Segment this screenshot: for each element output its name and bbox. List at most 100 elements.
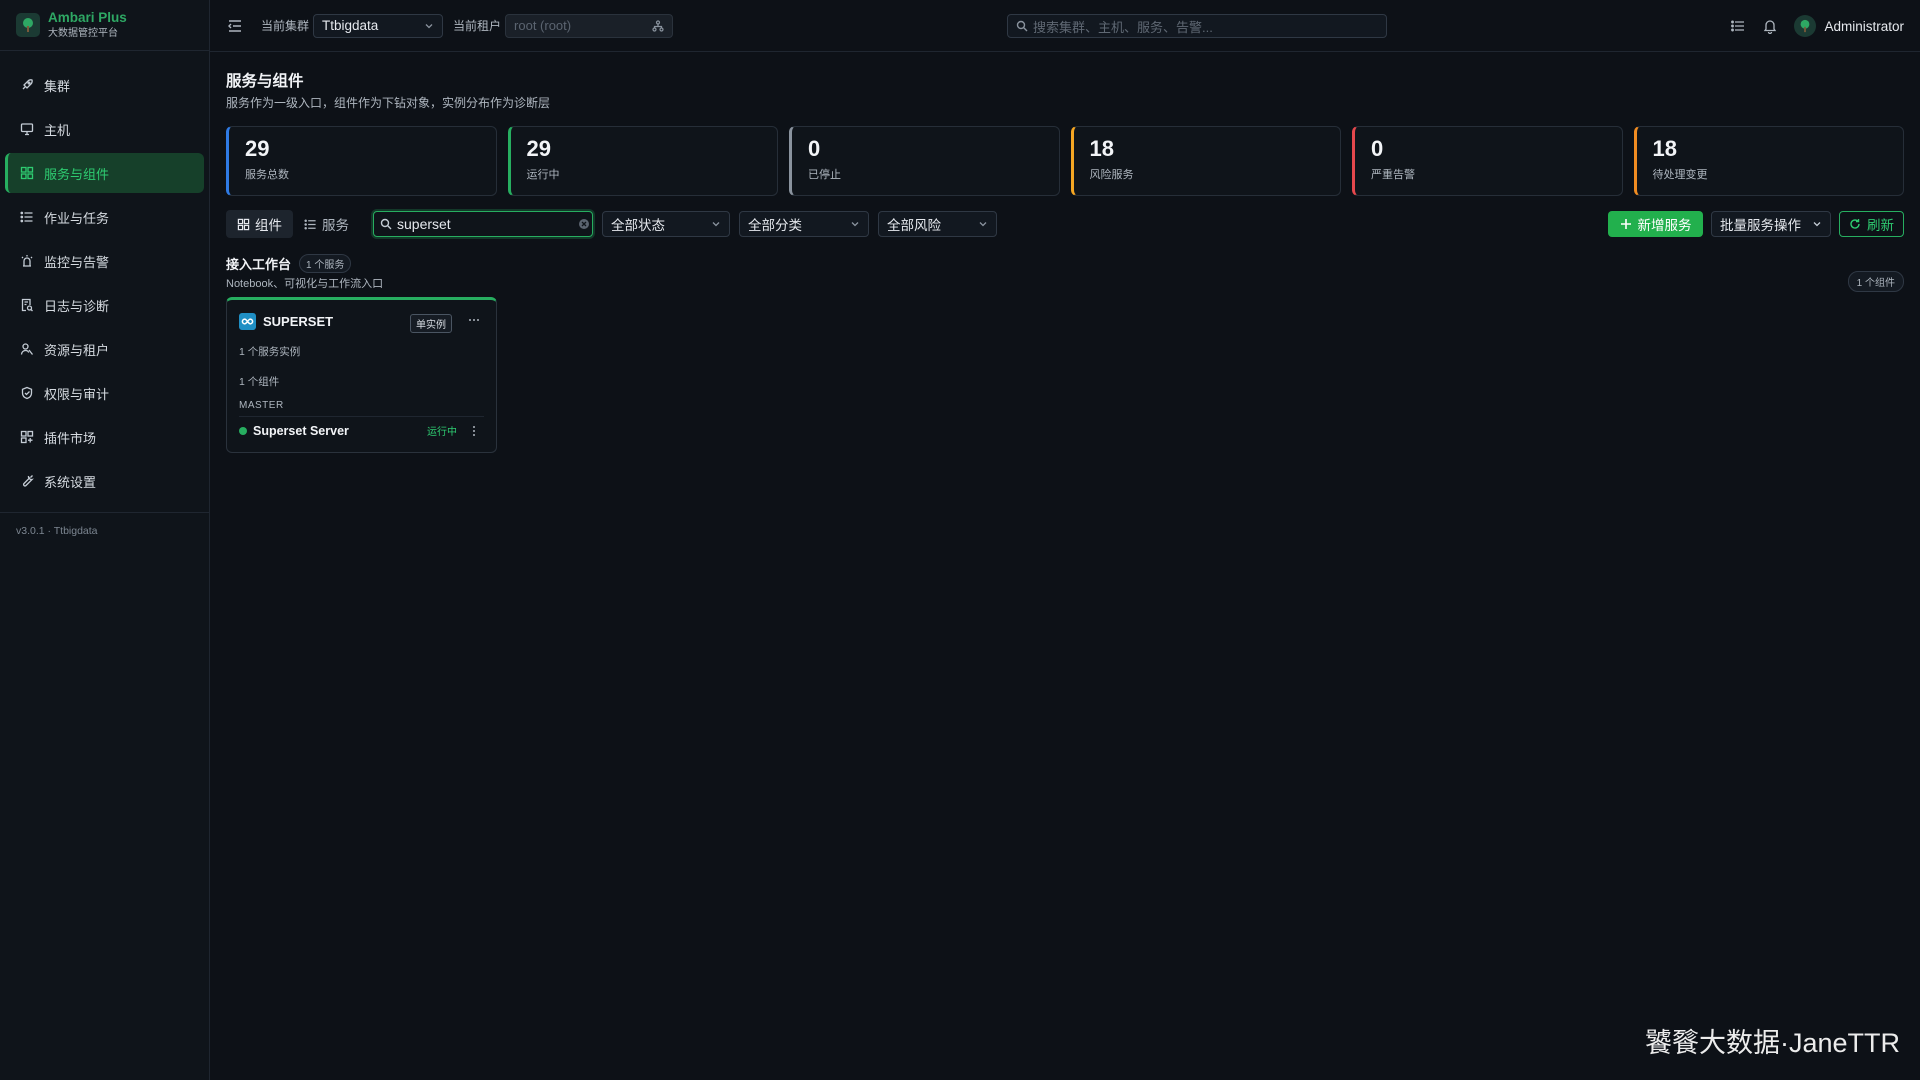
wrench-icon xyxy=(20,474,34,488)
grid-icon xyxy=(20,166,34,180)
group-component-count: 1 个组件 xyxy=(1847,271,1904,292)
role-label: MASTER xyxy=(239,400,284,411)
view-services-button[interactable]: 服务 xyxy=(293,210,360,238)
component-status: 运行中 xyxy=(427,427,457,438)
chevron-down-icon xyxy=(425,23,433,28)
stat-label: 严重告警 xyxy=(1371,169,1415,182)
component-count: 1 个组件 xyxy=(239,376,280,388)
sidebar-item-0[interactable]: 集群 xyxy=(5,65,204,105)
stat-value: 29 xyxy=(245,136,270,161)
service-instance-count: 1 个服务实例 xyxy=(239,346,301,358)
chevron-down-icon xyxy=(850,219,860,229)
view-components-button[interactable]: 组件 xyxy=(226,210,293,238)
stat-card[interactable]: 29 服务总数 xyxy=(226,126,497,196)
add-service-label: 新增服务 xyxy=(1637,218,1692,233)
clear-icon[interactable] xyxy=(578,218,590,230)
collapse-sidebar-icon[interactable] xyxy=(227,18,243,34)
page-title: 服务与组件 xyxy=(226,73,304,90)
top-bar: 当前集群 Ttbigdata 当前租户 root (root) 搜索集群、主机、… xyxy=(210,0,1920,52)
task-list-icon[interactable] xyxy=(1730,18,1746,34)
category-filter-select[interactable]: 全部分类 xyxy=(739,211,869,237)
component-search-field[interactable] xyxy=(373,211,593,237)
tenant-select[interactable]: root (root) xyxy=(505,13,674,38)
tree-logo-icon xyxy=(16,13,40,37)
stat-value: 0 xyxy=(1371,136,1384,161)
stat-card[interactable]: 0 已停止 xyxy=(789,126,1060,196)
chevron-down-icon xyxy=(711,219,721,229)
stat-card[interactable]: 18 风险服务 xyxy=(1070,126,1341,196)
status-filter-value: 全部状态 xyxy=(611,218,665,233)
sidebar-item-5[interactable]: 日志与诊断 xyxy=(5,285,204,325)
component-row[interactable]: Superset Server 运行中 xyxy=(239,416,484,444)
single-instance-badge: 单实例 xyxy=(410,314,452,333)
component-search-input[interactable] xyxy=(397,216,578,232)
sidebar-item-label: 插件市场 xyxy=(44,430,97,446)
brand[interactable]: Ambari Plus 大数据管控平台 xyxy=(0,0,209,51)
risk-filter-value: 全部风险 xyxy=(887,218,941,233)
sidebar-item-1[interactable]: 主机 xyxy=(5,109,204,149)
bell-icon[interactable] xyxy=(1762,18,1778,34)
refresh-label: 刷新 xyxy=(1867,218,1894,233)
stat-value: 0 xyxy=(808,136,821,161)
sidebar-item-9[interactable]: 系统设置 xyxy=(5,461,204,501)
rocket-icon xyxy=(20,78,34,92)
more-horizontal-icon[interactable] xyxy=(467,313,481,327)
watermark: 饕餮大数据·JaneTTR xyxy=(1644,1028,1900,1058)
component-name[interactable]: Superset Server xyxy=(253,424,349,438)
sidebar-item-label: 服务与组件 xyxy=(44,166,110,182)
sidebar-item-label: 日志与诊断 xyxy=(44,298,110,314)
stat-value: 18 xyxy=(1652,136,1677,161)
plus-icon xyxy=(1620,218,1632,230)
sidebar-item-4[interactable]: 监控与告警 xyxy=(5,241,204,281)
stat-value: 29 xyxy=(526,136,551,161)
brand-subtitle: 大数据管控平台 xyxy=(48,27,118,39)
search-icon xyxy=(380,218,392,230)
list-icon xyxy=(20,210,34,224)
status-dot xyxy=(239,426,247,435)
sidebar-item-7[interactable]: 权限与审计 xyxy=(5,373,204,413)
sidebar-item-6[interactable]: 资源与租户 xyxy=(5,329,204,369)
monitor-icon xyxy=(20,122,34,136)
service-name[interactable]: SUPERSET xyxy=(263,314,333,329)
avatar[interactable] xyxy=(1794,15,1817,37)
sidebar-item-label: 作业与任务 xyxy=(44,210,110,226)
page-subtitle: 服务作为一级入口，组件作为下钻对象，实例分布作为诊断层 xyxy=(226,96,551,110)
stat-card[interactable]: 0 严重告警 xyxy=(1352,126,1623,196)
category-filter-value: 全部分类 xyxy=(748,218,802,233)
sidebar-item-8[interactable]: 插件市场 xyxy=(5,417,204,457)
sidebar-item-label: 主机 xyxy=(44,122,71,138)
cluster-select[interactable]: Ttbigdata xyxy=(313,13,444,38)
stat-value: 18 xyxy=(1089,136,1114,161)
sidebar-item-label: 监控与告警 xyxy=(44,254,110,270)
shield-icon xyxy=(20,386,34,400)
sidebar-item-label: 资源与租户 xyxy=(44,342,110,358)
stats-row: 29 服务总数 29 运行中 0 已停止 18 风险服务 0 严重告警 18 待处理变更 xyxy=(226,126,1904,196)
refresh-button[interactable]: 刷新 xyxy=(1839,211,1904,237)
global-search-input[interactable]: 搜索集群、主机、服务、告警... xyxy=(1007,14,1387,38)
status-filter-select[interactable]: 全部状态 xyxy=(602,211,730,237)
add-service-button[interactable]: 新增服务 xyxy=(1608,211,1703,237)
user-name[interactable]: Administrator xyxy=(1824,19,1904,34)
refresh-icon xyxy=(1849,218,1861,230)
stat-card[interactable]: 18 待处理变更 xyxy=(1633,126,1904,196)
view-toggle: 组件 服务 xyxy=(226,210,360,238)
sidebar-item-label: 权限与审计 xyxy=(44,386,110,402)
sidebar-item-label: 集群 xyxy=(44,78,71,94)
version-label: v3.0.1 · Ttbigdata xyxy=(16,525,98,537)
service-card[interactable]: SUPERSET 单实例 1 个服务实例 1 个组件 MASTER Supers… xyxy=(226,297,497,453)
more-vertical-icon[interactable] xyxy=(467,424,481,438)
sidebar-item-3[interactable]: 作业与任务 xyxy=(5,197,204,237)
sidebar-item-2[interactable]: 服务与组件 xyxy=(5,153,204,193)
hierarchy-icon xyxy=(652,19,664,32)
cluster-select-value: Ttbigdata xyxy=(322,18,379,33)
stat-label: 已停止 xyxy=(808,169,841,182)
brand-title: Ambari Plus xyxy=(48,10,127,26)
risk-filter-select[interactable]: 全部风险 xyxy=(878,211,997,237)
stat-card[interactable]: 29 运行中 xyxy=(507,126,778,196)
batch-operations-button[interactable]: 批量服务操作 xyxy=(1711,211,1831,237)
chevron-down-icon xyxy=(978,219,988,229)
plugin-icon xyxy=(20,430,34,444)
chevron-down-icon xyxy=(1812,219,1822,229)
tenant-label: 当前租户 xyxy=(453,19,502,33)
group-title: 接入工作台 xyxy=(226,257,292,272)
